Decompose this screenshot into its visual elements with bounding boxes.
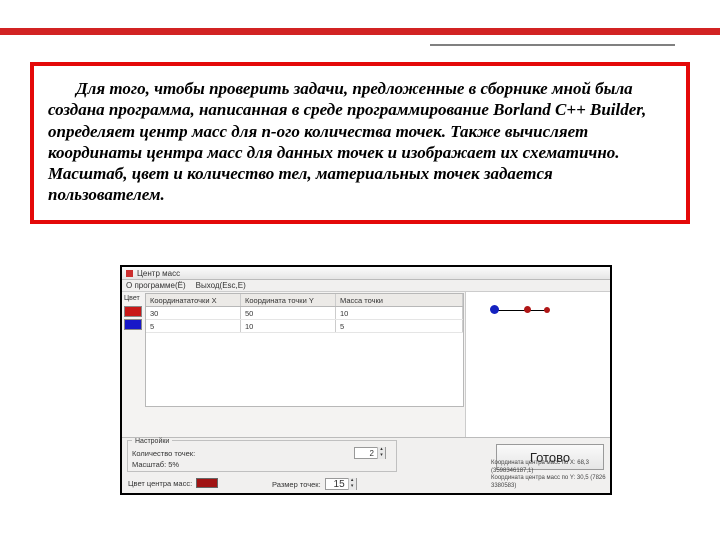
content-area: Цвет Координататочки X Координата точки … [122,292,610,451]
spin-down-icon[interactable]: ▾ [377,453,385,459]
title-bar: Центр масс [122,267,610,280]
cell-y[interactable]: 10 [241,320,336,332]
color-column: Цвет [122,292,144,451]
cell-m[interactable]: 5 [336,320,463,332]
count-label: Количество точек: [132,449,195,458]
color-swatch-2[interactable] [124,319,142,330]
color-swatch-1[interactable] [124,306,142,317]
description-card: Для того, чтобы проверить задачи, предло… [30,62,690,224]
grid-header-m: Масса точки [336,294,463,306]
grid-body[interactable]: 30 50 10 5 10 5 [145,307,464,407]
cell-x[interactable]: 5 [146,320,241,332]
size-label: Размер точек: [272,480,321,489]
slide-gray-line [430,44,675,46]
menu-exit[interactable]: Выход(Esc,E) [196,281,246,290]
cell-x[interactable]: 30 [146,307,241,319]
count-value[interactable]: 2 [355,449,377,458]
cell-m[interactable]: 10 [336,307,463,319]
canvas-point [490,305,499,314]
size-spinner[interactable]: 15 ▴▾ [325,478,357,490]
color-column-label: Цвет [124,295,142,302]
coord-line-x: Координата центра масс по Х: 68,3 (35983… [491,460,606,476]
grid-area: Координататочки X Координата точки Y Мас… [144,292,465,451]
app-icon [126,270,133,277]
center-color-swatch[interactable] [196,478,218,488]
canvas-point [524,306,531,313]
scale-label: Масштаб: 5% [132,460,179,469]
coord-line-y: Координата центра масс по Y: 30,5 (7826 … [491,475,606,491]
count-spinner[interactable]: 2 ▴▾ [354,447,386,459]
cell-y[interactable]: 50 [241,307,336,319]
table-row[interactable]: 30 50 10 [146,307,463,320]
grid-header: Координататочки X Координата точки Y Мас… [145,293,464,307]
settings-legend: Настройки [132,438,172,445]
window-title: Центр масс [137,269,180,278]
bottom-panel: Настройки Количество точек: Масштаб: 5% … [122,437,610,493]
center-color-label: Цвет центра масс: [128,479,192,488]
app-window: Центр масс О программе(Ё) Выход(Esc,E) Ц… [120,265,612,495]
spin-down-icon[interactable]: ▾ [348,484,356,490]
grid-header-x: Координататочки X [146,294,241,306]
menu-bar: О программе(Ё) Выход(Esc,E) [122,280,610,292]
canvas [465,292,610,451]
coords-output: Координата центра масс по Х: 68,3 (35983… [491,460,606,491]
canvas-point [544,307,550,313]
description-text: Для того, чтобы проверить задачи, предло… [48,79,646,204]
table-row[interactable]: 5 10 5 [146,320,463,333]
menu-about[interactable]: О программе(Ё) [126,281,186,290]
grid-header-y: Координата точки Y [241,294,336,306]
slide-red-bar [0,28,720,35]
canvas-link-line [494,310,548,311]
size-value[interactable]: 15 [326,479,348,490]
